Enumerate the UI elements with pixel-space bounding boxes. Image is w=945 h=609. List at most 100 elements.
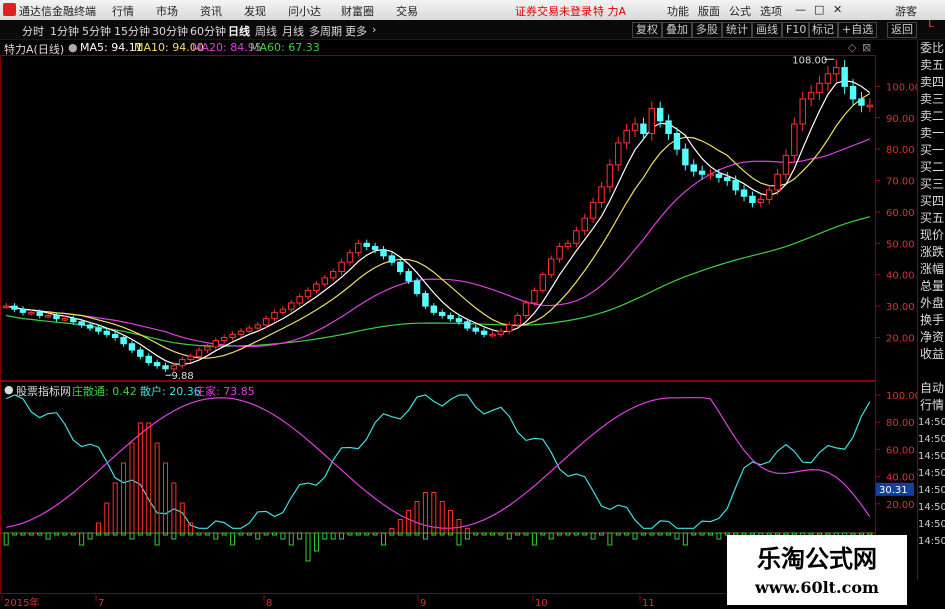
menu-faxian[interactable]: 发现 [244,3,266,19]
period-30min[interactable]: 30分钟 [152,23,188,39]
ma10-line [6,93,871,359]
sanhu-line [5,394,871,529]
menu-hangqing[interactable]: 行情 [112,3,134,19]
green-bar [12,532,18,536]
add-watchlist-button[interactable]: +自选 [838,22,878,38]
candle-body [472,327,479,332]
huaxian-button[interactable]: 画线 [752,22,782,38]
green-bar [590,532,596,540]
app-logo [3,3,16,16]
green-bar [481,532,487,536]
candle-body [229,333,236,338]
candle-body [782,154,790,175]
period-60min[interactable]: 60分钟 [190,23,226,39]
green-bar [515,532,521,536]
side-item: 委比 [919,41,944,55]
candle-body [615,142,622,166]
candle-body [153,362,161,367]
ma60-line [6,216,870,347]
period-more[interactable]: 更多 [345,23,367,39]
price-tick-label: 100.00 [886,82,917,93]
period-multi[interactable]: 多周期 [309,23,342,39]
watermark-title: 乐淘公式网 [757,545,877,573]
tongji-button[interactable]: 统计 [722,22,752,38]
candle-body [816,82,823,94]
indicator-info-bar: ● 股票指标网 庄散通: 0.42 散户: 20.36 庄家: 73.85 [0,383,875,398]
biaoji-button[interactable]: 标记 [808,22,838,38]
menu-caifuquan[interactable]: 财富圈 [341,3,374,19]
menu-shichang[interactable]: 市场 [156,3,178,19]
green-bar [615,532,621,536]
candle-body [648,107,656,134]
chart-area[interactable]: 100.00 90.00 80.00 70.00 60.00 50.00 40.00 30.0… [0,55,917,609]
diamond-icon[interactable]: ◇ [848,41,856,54]
green-bar [37,532,43,536]
settings-dot-icon[interactable]: ● [68,41,78,54]
candle-body [397,261,404,273]
menu-wenxiaoda[interactable]: 问小达 [288,3,321,19]
green-bar [104,532,110,536]
menu-banmian[interactable]: 版面 [698,3,720,19]
minimize-icon[interactable]: — [795,3,806,16]
fuquan-button[interactable]: 复权 [632,22,662,38]
period-monthly[interactable]: 月线 [282,23,304,39]
menu-jiaoyi[interactable]: 交易 [396,3,418,19]
price-frame [0,55,876,381]
diejia-button[interactable]: 叠加 [662,22,692,38]
zhuang-bar [171,482,177,534]
menu-gongneng[interactable]: 功能 [667,3,689,19]
side-item: 买二 [919,160,944,174]
candle-body [514,315,521,326]
green-bar [163,532,168,536]
guest-label[interactable]: 游客 [895,3,917,19]
candle-body [774,173,781,191]
price-tick-label: 90.00 [886,114,915,125]
chevron-right-icon[interactable]: › [372,23,376,36]
menu-gongshi[interactable]: 公式 [729,3,751,19]
candle-body [698,170,706,175]
menu-xuanxiang[interactable]: 选项 [760,3,782,19]
green-bar [179,532,185,536]
period-weekly[interactable]: 周线 [255,23,277,39]
indicator-dot-icon[interactable]: ● [4,383,14,396]
candle-body [564,242,572,247]
candle-body [271,311,278,320]
candle-body [690,164,697,172]
green-bar [716,532,722,540]
candle-body [732,180,739,191]
restore-icon[interactable]: □ [814,3,824,16]
title-bar: 通达信金融终端 行情 市场 资讯 发现 问小达 财富圈 交易 证券交易未登录 特… [0,0,945,20]
duogu-button[interactable]: 多股 [692,22,722,38]
top-right-tab[interactable]: L [917,20,945,39]
candle-body [656,107,664,122]
back-button[interactable]: 返回 [887,22,917,38]
zhuang-bar [95,522,101,534]
period-fenshi[interactable]: 分时 [22,23,44,39]
period-15min[interactable]: 15分钟 [114,23,150,39]
candle-body [28,311,35,315]
green-bar [439,532,445,536]
zhuang-bar [397,519,403,534]
f10-button[interactable]: F10 [782,22,811,38]
ma20-line [6,138,871,348]
indicator-name: 股票指标网 [16,385,71,398]
green-bar [230,532,236,546]
period-5min[interactable]: 5分钟 [82,23,111,39]
green-bar [506,532,512,540]
period-1min[interactable]: 1分钟 [50,23,79,39]
menu-zixun[interactable]: 资讯 [200,3,222,19]
green-bar [330,532,336,540]
close-icon[interactable]: ✕ [833,3,842,16]
candle-body [2,305,10,309]
zhuang-bar [121,462,127,534]
side-item: 14:50 [918,417,945,428]
zhuang-bar [464,528,470,534]
zhuang-bar [456,519,462,534]
period-daily[interactable]: 日线 [228,23,250,39]
green-bar [347,532,353,536]
candle-body [61,318,69,321]
candle-body [824,73,832,84]
panel-close-icon[interactable]: ⊠ [862,41,871,54]
green-bar [406,532,412,536]
candle-body [254,324,261,329]
